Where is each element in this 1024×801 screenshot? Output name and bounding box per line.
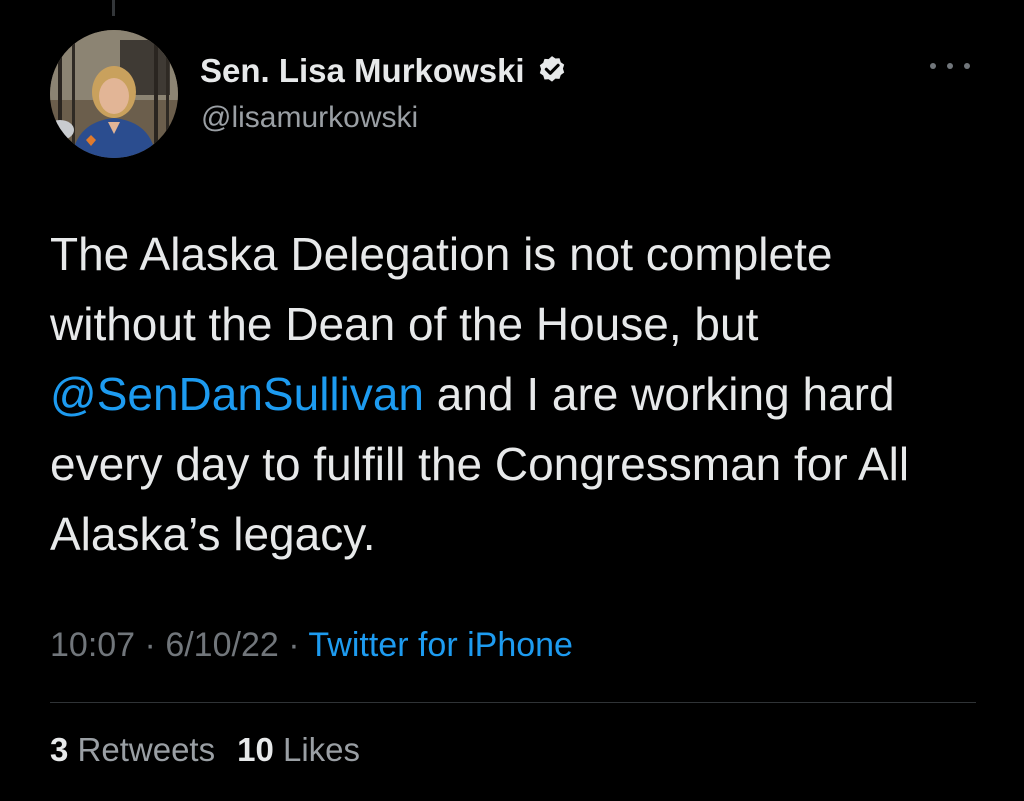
likes-count: 10 [237,731,274,768]
more-dot [930,63,936,69]
tweet-stats: 3 Retweets 10 Likes [50,731,360,769]
divider [50,702,976,703]
tweet-text: The Alaska Delegation is not complete wi… [50,219,980,569]
tweet-meta: 10:07 · 6/10/22 · Twitter for iPhone [50,626,573,665]
author-display-name[interactable]: Sen. Lisa Murkowski [200,52,525,90]
likes-stat[interactable]: 10 Likes [237,731,360,768]
tweet-source-link[interactable]: Twitter for iPhone [308,626,573,664]
tweet-date[interactable]: 6/10/22 [165,626,278,664]
more-options-icon[interactable] [930,54,970,78]
tweet-text-part: The Alaska Delegation is not complete wi… [50,228,833,350]
mention-link[interactable]: @SenDanSullivan [50,368,424,420]
retweets-label: Retweets [77,731,216,768]
retweets-count: 3 [50,731,69,768]
avatar-photo [50,30,178,158]
meta-separator: · [144,626,156,664]
tweet-time[interactable]: 10:07 [50,626,135,664]
tweet-header: Sen. Lisa Murkowski @lisamurkowski [50,30,980,162]
retweets-stat[interactable]: 3 Retweets [50,731,215,768]
avatar[interactable] [50,30,178,158]
likes-label: Likes [282,731,361,768]
more-dot [964,63,970,69]
meta-separator: · [288,626,300,664]
thread-connector-line [112,0,115,16]
more-dot [947,63,953,69]
author-name-row: Sen. Lisa Murkowski [200,52,569,90]
author-handle[interactable]: @lisamurkowski [201,101,418,135]
verified-badge-icon [535,54,569,88]
